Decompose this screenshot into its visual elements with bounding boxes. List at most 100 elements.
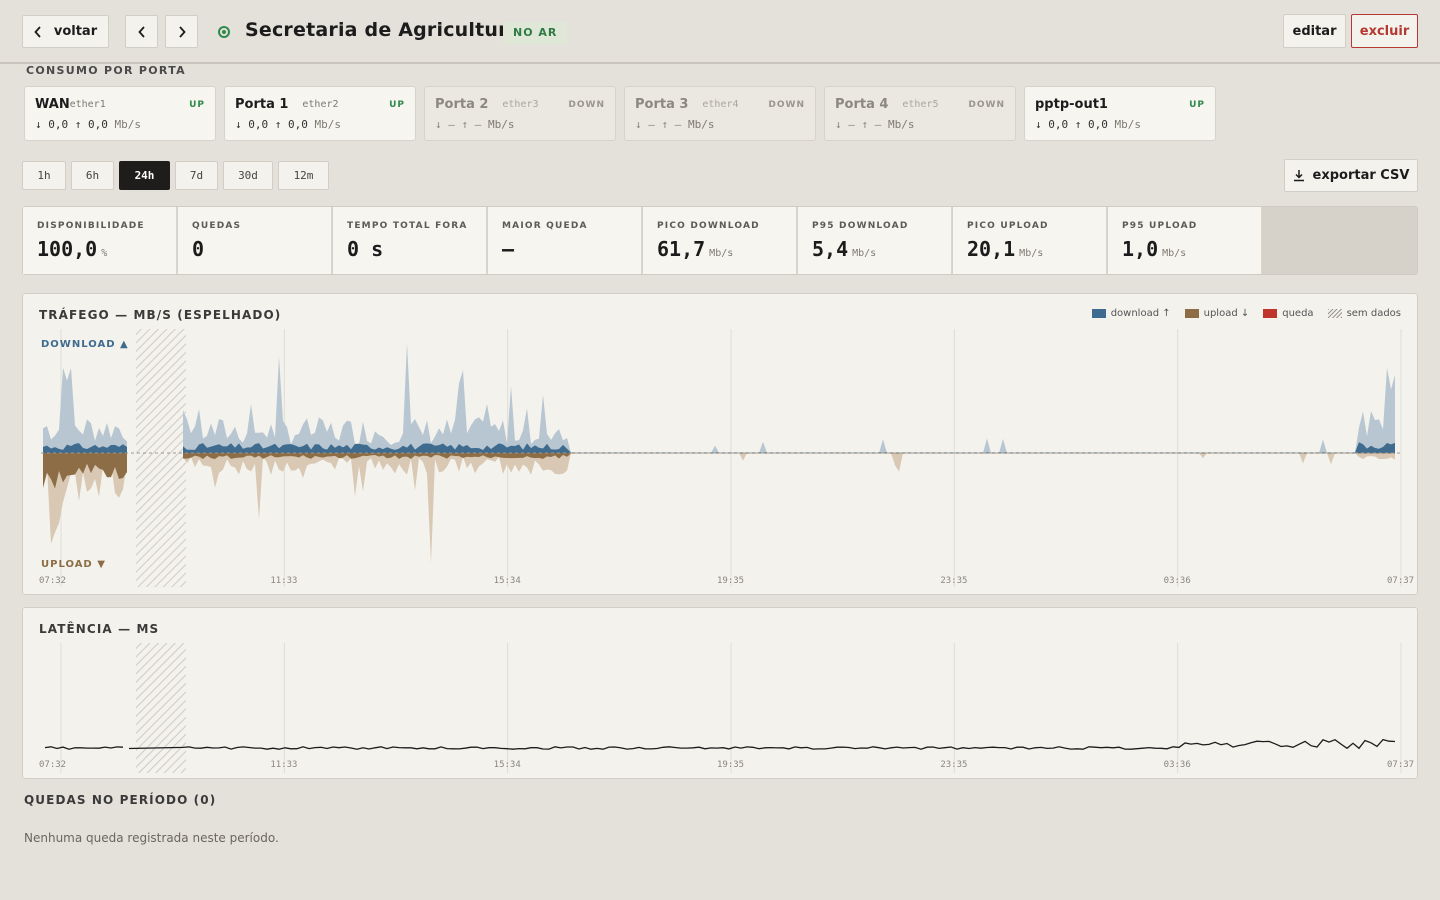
port-interface: ether3	[502, 99, 539, 110]
x-tick-label: 07:37	[1387, 760, 1414, 770]
x-tick-label: 07:32	[39, 760, 66, 770]
x-tick-label: 07:32	[39, 576, 66, 586]
port-rate-unit: Mb/s	[314, 118, 342, 131]
outages-empty-text: Nenhuma queda registrada neste período.	[24, 831, 279, 845]
download-peak-area	[43, 367, 127, 453]
x-tick-label: 07:37	[1387, 576, 1414, 586]
x-tick-label: 15:34	[494, 760, 521, 770]
latency-chart-panel: LATÊNCIA — MS 07:32 11:33 15:34 19:35 23:35 0…	[22, 607, 1418, 779]
stat-label: P95 DOWNLOAD	[812, 221, 909, 231]
port-card[interactable]: Porta 4 ether5 DOWN ↓ – ↑ – Mb/s	[824, 86, 1016, 141]
arrow-down-icon: ↓	[635, 118, 649, 131]
x-tick-label: 19:35	[717, 760, 744, 770]
export-csv-label: exportar CSV	[1312, 168, 1410, 183]
port-card[interactable]: pptp-out1 UP ↓ 0,0 ↑ 0,0 Mb/s	[1024, 86, 1216, 141]
previous-button[interactable]	[125, 15, 158, 48]
stats-bar: DISPONIBILIDADE 100,0% QUEDAS 0 TEMPO TOTAL …	[22, 206, 1418, 275]
stat-value: 5,4	[812, 237, 849, 261]
port-name: Porta 1	[235, 97, 289, 112]
range-option-6h[interactable]: 6h	[71, 161, 114, 190]
port-name: WAN	[35, 97, 70, 112]
arrow-up-icon: ↑	[268, 118, 288, 131]
x-tick-label: 03:36	[1164, 576, 1191, 586]
port-card[interactable]: WAN ether1 UP ↓ 0,0 ↑ 0,0 Mb/s	[24, 86, 216, 141]
port-rates: ↓ – ↑ – Mb/s	[835, 118, 915, 131]
port-state-badge: UP	[189, 100, 205, 110]
export-csv-button[interactable]: exportar CSV	[1284, 159, 1418, 192]
arrow-down-icon: ↓	[235, 118, 249, 131]
x-tick-label: 11:33	[270, 760, 297, 770]
latency-chart[interactable]: 07:32 11:33 15:34 19:35 23:35 03:36 07:37	[23, 608, 1417, 778]
stat-value: 1,0	[1122, 237, 1159, 261]
stat-label: PICO DOWNLOAD	[657, 221, 760, 231]
stat-unit: Mb/s	[1162, 248, 1187, 259]
port-rate-unit: Mb/s	[688, 118, 715, 131]
arrow-up-icon: ↑	[68, 118, 88, 131]
no-data-region	[136, 643, 186, 773]
range-option-30d[interactable]: 30d	[223, 161, 273, 190]
arrow-down-icon: ↓	[435, 118, 449, 131]
range-option-7d[interactable]: 7d	[175, 161, 218, 190]
port-card[interactable]: Porta 3 ether4 DOWN ↓ – ↑ – Mb/s	[624, 86, 816, 141]
stat-unit: %	[101, 248, 108, 259]
stat-unit: Mb/s	[1019, 248, 1044, 259]
edit-button[interactable]: editar	[1283, 14, 1346, 48]
status-badge: NO AR	[503, 22, 568, 44]
port-rate-unit: Mb/s	[114, 118, 142, 131]
port-state-badge: DOWN	[768, 100, 805, 110]
stat-card: PICO UPLOAD 20,1 Mb/s	[953, 207, 1107, 274]
range-option-12m[interactable]: 12m	[278, 161, 329, 190]
port-rate-unit: Mb/s	[488, 118, 515, 131]
port-state-badge: DOWN	[968, 100, 1005, 110]
port-name: Porta 2	[435, 97, 489, 112]
stat-label: PICO UPLOAD	[967, 221, 1049, 231]
port-download-rate: –	[848, 118, 855, 131]
port-card[interactable]: Porta 1 ether2 UP ↓ 0,0 ↑ 0,0 Mb/s	[224, 86, 416, 141]
port-interface: ether1	[69, 99, 106, 110]
latency-line	[44, 746, 124, 750]
arrow-up-icon: ↑	[854, 118, 875, 131]
port-name: Porta 4	[835, 97, 889, 112]
stat-value: 0	[192, 237, 205, 261]
next-button[interactable]	[165, 15, 198, 48]
port-state-badge: UP	[389, 100, 405, 110]
download-icon	[1293, 169, 1305, 182]
delete-button[interactable]: excluir	[1351, 14, 1418, 48]
arrow-up-icon: ↑	[454, 118, 475, 131]
port-upload-rate: –	[674, 118, 682, 131]
arrow-down-icon: ↓	[35, 118, 49, 131]
port-card[interactable]: Porta 2 ether3 DOWN ↓ – ↑ – Mb/s	[424, 86, 616, 141]
stat-value-wrap: 5,4 Mb/s	[812, 237, 876, 261]
stat-card: TEMPO TOTAL FORA 0 s	[333, 207, 487, 274]
traffic-chart[interactable]: 07:32 11:33 15:34 19:35 23:35 03:36 07:37 DOWNL…	[23, 294, 1417, 594]
range-option-24h[interactable]: 24h	[119, 161, 170, 190]
port-rates: ↓ – ↑ – Mb/s	[635, 118, 715, 131]
stat-value-wrap: 1,0 Mb/s	[1122, 237, 1186, 261]
port-download-rate: 0,0	[1048, 118, 1069, 131]
port-rate-unit: Mb/s	[1114, 118, 1142, 131]
upload-peak-area	[183, 453, 1395, 563]
port-rates: ↓ 0,0 ↑ 0,0 Mb/s	[1035, 118, 1141, 131]
stat-card: P95 DOWNLOAD 5,4 Mb/s	[798, 207, 952, 274]
download-axis-label: DOWNLOAD ▲	[41, 339, 129, 350]
stat-value: 100,0	[37, 237, 98, 261]
port-rates: ↓ 0,0 ↑ 0,0 Mb/s	[35, 118, 141, 131]
x-tick-label: 15:34	[494, 576, 521, 586]
arrow-down-icon: ↓	[1035, 118, 1049, 131]
arrow-up-icon: ↑	[1068, 118, 1088, 131]
page-title: Secretaria de Agricultura	[245, 19, 521, 41]
upload-axis-label: UPLOAD ▼	[41, 559, 106, 570]
stat-card: DISPONIBILIDADE 100,0%	[23, 207, 177, 274]
stat-value-wrap: 0 s	[347, 237, 387, 261]
range-option-1h[interactable]: 1h	[22, 161, 66, 190]
back-button[interactable]: voltar	[22, 15, 109, 48]
stat-unit: Mb/s	[709, 248, 734, 259]
stat-card: PICO DOWNLOAD 61,7 Mb/s	[643, 207, 797, 274]
x-tick-label: 03:36	[1164, 760, 1191, 770]
port-interface: ether4	[702, 99, 739, 110]
port-download-rate: –	[648, 118, 655, 131]
port-rates: ↓ 0,0 ↑ 0,0 Mb/s	[235, 118, 341, 131]
chevron-left-icon	[137, 25, 146, 38]
port-upload-rate: –	[474, 118, 482, 131]
x-tick-label: 11:33	[270, 576, 297, 586]
